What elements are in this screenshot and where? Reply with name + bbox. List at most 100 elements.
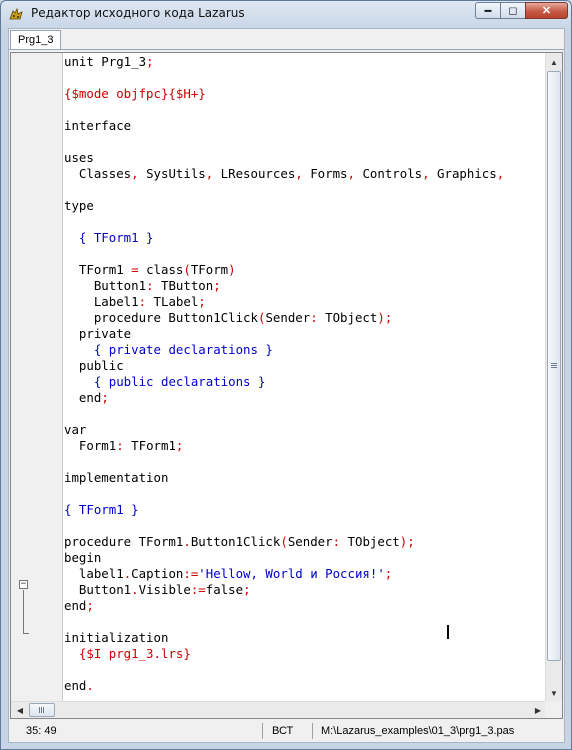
code-token: false xyxy=(205,582,244,597)
code-line[interactable]: begin xyxy=(64,550,512,566)
code-line[interactable] xyxy=(64,518,512,534)
code-line[interactable] xyxy=(64,182,512,198)
scroll-left-icon[interactable]: ◀ xyxy=(12,702,28,718)
code-token: ; xyxy=(101,390,109,405)
code-line[interactable]: { private declarations } xyxy=(64,342,512,358)
scroll-up-icon[interactable]: ▲ xyxy=(546,54,562,70)
code-line[interactable]: end; xyxy=(64,598,512,614)
code-token: unit Prg1_3 xyxy=(64,54,147,69)
code-token: TObject xyxy=(340,534,400,549)
maximize-icon: ◻ xyxy=(508,5,518,17)
gutter-separator xyxy=(62,53,63,718)
scroll-down-icon[interactable]: ▼ xyxy=(546,685,562,701)
code-token: Sender xyxy=(265,310,311,325)
editor-gutter[interactable]: − xyxy=(11,53,62,718)
tab-prg1-3[interactable]: Prg1_3 xyxy=(10,30,62,49)
code-line[interactable] xyxy=(64,486,512,502)
code-line[interactable]: uses xyxy=(64,150,512,166)
code-line[interactable] xyxy=(64,70,512,86)
status-separator xyxy=(312,723,313,739)
close-button[interactable]: ✕ xyxy=(525,2,568,19)
vertical-scrollbar[interactable]: ▲ ▼ xyxy=(545,53,562,702)
code-token: . xyxy=(183,534,191,549)
horizontal-scrollbar[interactable]: ◀ ▶ xyxy=(11,701,547,718)
code-token: implementation xyxy=(64,470,169,485)
code-token: 'Hellow, World и Россия!' xyxy=(198,566,385,581)
minimize-icon: ▬ xyxy=(484,7,492,14)
code-token: := xyxy=(183,566,199,581)
code-token: := xyxy=(190,582,206,597)
code-line[interactable]: Label1: TLabel; xyxy=(64,294,512,310)
code-token: end xyxy=(64,390,102,405)
code-line[interactable]: procedure Button1Click(Sender: TObject); xyxy=(64,310,512,326)
text-caret xyxy=(447,625,449,639)
code-line[interactable] xyxy=(64,246,512,262)
code-token: TForm xyxy=(190,262,229,277)
code-line[interactable]: type xyxy=(64,198,512,214)
code-token: TForm1 xyxy=(64,262,132,277)
editor-client-area: Prg1_3 − unit Prg1_3; {$mode objfpc}{$H+… xyxy=(8,28,565,743)
code-token: {$I prg1_3.lrs} xyxy=(78,646,191,661)
code-line[interactable]: unit Prg1_3; xyxy=(64,54,512,70)
code-line[interactable]: {$I prg1_3.lrs} xyxy=(64,646,512,662)
code-token: Classes xyxy=(64,166,132,181)
code-area[interactable]: unit Prg1_3; {$mode objfpc}{$H+} interfa… xyxy=(64,54,512,694)
code-token: ( xyxy=(280,534,288,549)
code-token: , xyxy=(347,166,355,181)
code-line[interactable] xyxy=(64,134,512,150)
code-line[interactable]: Button1.Visible:=false; xyxy=(64,582,512,598)
minimize-button[interactable]: ▬ xyxy=(475,2,501,19)
code-line[interactable] xyxy=(64,454,512,470)
horizontal-scroll-thumb[interactable] xyxy=(29,703,55,717)
code-token: initialization xyxy=(64,630,169,645)
code-token: private xyxy=(64,326,132,341)
code-line[interactable]: TForm1 = class(TForm) xyxy=(64,262,512,278)
code-token: . xyxy=(131,582,139,597)
code-line[interactable]: procedure TForm1.Button1Click(Sender: TO… xyxy=(64,534,512,550)
code-line[interactable]: { public declarations } xyxy=(64,374,512,390)
code-token: : xyxy=(116,438,124,453)
code-line[interactable] xyxy=(64,662,512,678)
code-token: procedure TForm1 xyxy=(64,534,184,549)
code-line[interactable]: label1.Caption:='Hellow, World и Россия!… xyxy=(64,566,512,582)
vertical-scroll-thumb[interactable] xyxy=(547,71,561,661)
code-line[interactable] xyxy=(64,406,512,422)
code-line[interactable]: Button1: TButton; xyxy=(64,278,512,294)
tab-divider xyxy=(9,49,564,50)
code-line[interactable]: public xyxy=(64,358,512,374)
code-line[interactable]: {$mode objfpc}{$H+} xyxy=(64,86,512,102)
source-editor[interactable]: − unit Prg1_3; {$mode objfpc}{$H+} inter… xyxy=(10,52,563,719)
code-line[interactable]: { TForm1 } xyxy=(64,502,512,518)
code-line[interactable]: Form1: TForm1; xyxy=(64,438,512,454)
code-line[interactable] xyxy=(64,614,512,630)
code-token: type xyxy=(64,198,94,213)
fold-toggle-icon[interactable]: − xyxy=(19,580,28,589)
code-token: Graphics xyxy=(429,166,497,181)
code-line[interactable]: private xyxy=(64,326,512,342)
title-bar[interactable]: Редактор исходного кода Lazarus ▬ ◻ ✕ xyxy=(1,1,571,27)
code-line[interactable] xyxy=(64,102,512,118)
code-line[interactable] xyxy=(64,214,512,230)
code-line[interactable]: initialization xyxy=(64,630,512,646)
code-line[interactable]: implementation xyxy=(64,470,512,486)
maximize-button[interactable]: ◻ xyxy=(500,2,526,19)
code-line[interactable]: Classes, SysUtils, LResources, Forms, Co… xyxy=(64,166,512,182)
code-line[interactable]: var xyxy=(64,422,512,438)
status-separator xyxy=(262,723,263,739)
code-line[interactable]: end; xyxy=(64,390,512,406)
code-line[interactable]: { TForm1 } xyxy=(64,230,512,246)
code-token: ); xyxy=(399,534,415,549)
code-token: Label1 xyxy=(64,294,139,309)
code-line[interactable]: interface xyxy=(64,118,512,134)
scroll-right-icon[interactable]: ▶ xyxy=(530,702,546,718)
code-token: { TForm1 } xyxy=(78,230,154,245)
code-token: : xyxy=(146,278,154,293)
grip-icon xyxy=(551,363,557,369)
editor-window: Редактор исходного кода Lazarus ▬ ◻ ✕ Pr… xyxy=(0,0,572,750)
code-line[interactable]: end. xyxy=(64,678,512,694)
